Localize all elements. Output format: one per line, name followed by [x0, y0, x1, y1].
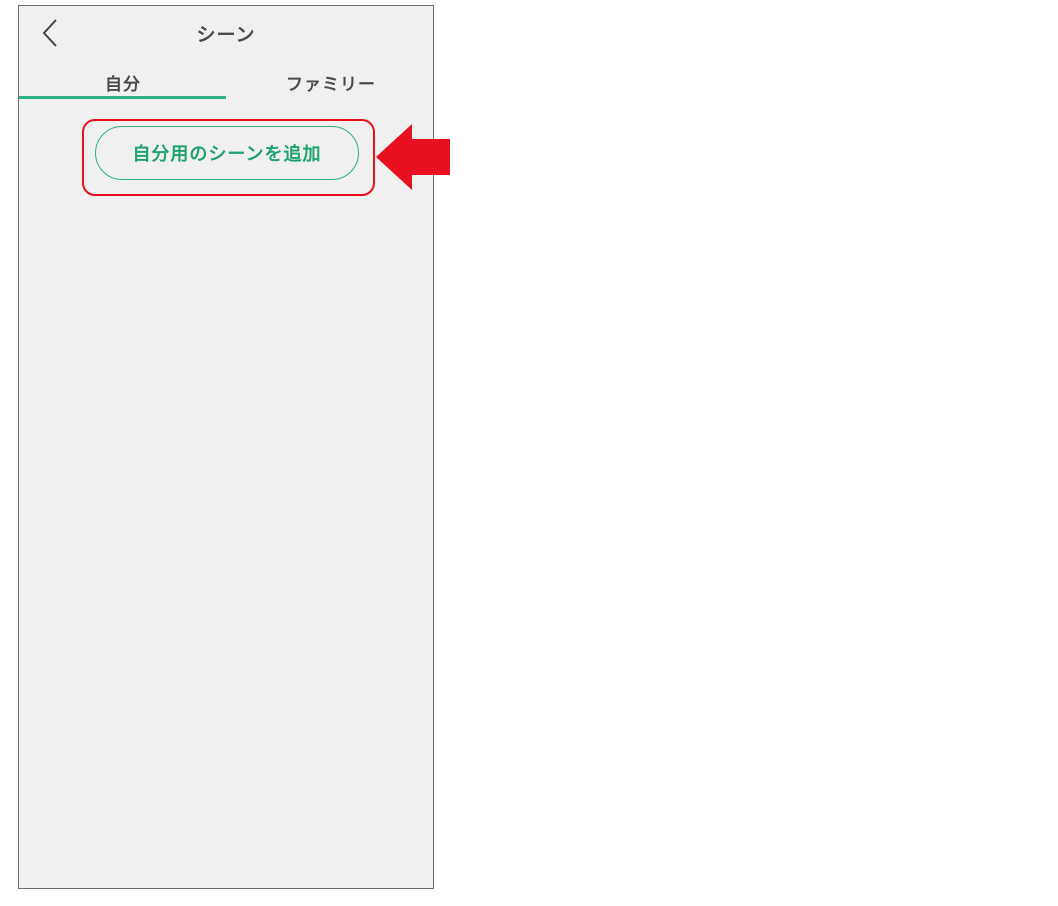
- add-scene-button[interactable]: 自分用のシーンを追加: [95, 126, 359, 180]
- tab-self[interactable]: 自分: [19, 64, 227, 100]
- phone-screen: シーン 自分 ファミリー 自分用のシーンを追加: [18, 5, 434, 889]
- tab-family[interactable]: ファミリー: [227, 64, 435, 100]
- active-tab-indicator: [19, 96, 226, 99]
- add-scene-label: 自分用のシーンを追加: [132, 144, 322, 165]
- tab-self-label: 自分: [105, 74, 141, 95]
- arrow-left-icon: [376, 124, 450, 190]
- tab-family-label: ファミリー: [286, 74, 376, 95]
- page-title: シーン: [196, 24, 256, 46]
